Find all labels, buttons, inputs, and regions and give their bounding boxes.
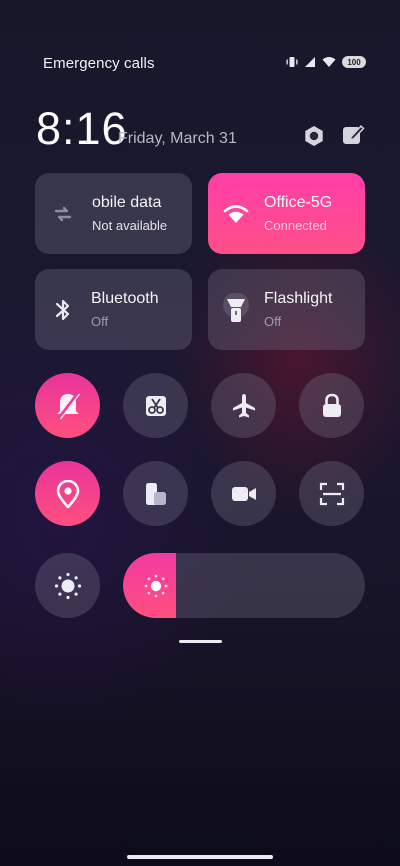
brightness-slider[interactable] [123, 553, 365, 618]
video-camera-icon [231, 486, 256, 501]
vibrate-icon [286, 57, 298, 67]
screenshot-toggle[interactable] [123, 373, 188, 438]
location-toggle[interactable] [35, 461, 100, 526]
mobile-data-label: obile data [92, 194, 162, 211]
scan-icon [319, 482, 344, 505]
flashlight-icon [223, 292, 249, 322]
signal-icon [305, 57, 315, 67]
settings-icon [305, 126, 323, 146]
flashlight-tile[interactable]: Flashlight Off [208, 269, 365, 350]
cast-toggle[interactable] [123, 461, 188, 526]
wifi-icon [322, 57, 336, 67]
screenshot-scissors-icon [145, 395, 166, 416]
edit-button[interactable] [340, 122, 366, 148]
status-icons: 100 [286, 56, 366, 68]
scanner-toggle[interactable] [299, 461, 364, 526]
panel-drag-handle[interactable] [179, 640, 222, 643]
silent-bell-icon [56, 391, 80, 419]
edit-icon [343, 124, 365, 144]
wifi-status: Connected [264, 218, 327, 233]
mobile-data-status: Not available [92, 218, 168, 233]
cast-screen-icon [145, 482, 166, 505]
bluetooth-status: Off [91, 314, 109, 329]
bluetooth-tile[interactable]: Bluetooth Off [35, 269, 192, 350]
silent-mode-toggle[interactable] [35, 373, 100, 438]
clock-time: 8:16 [36, 103, 128, 154]
settings-button[interactable] [300, 122, 328, 150]
flashlight-status: Off [264, 314, 282, 329]
auto-brightness-icon [54, 572, 81, 599]
rotation-lock-toggle[interactable] [299, 373, 364, 438]
airplane-icon [232, 393, 255, 417]
battery-icon: 100 [342, 56, 366, 68]
airplane-mode-toggle[interactable] [211, 373, 276, 438]
wifi-icon [223, 204, 249, 223]
brightness-icon [144, 574, 168, 598]
date-text: Friday, March 31 [118, 130, 237, 147]
lock-icon [322, 393, 341, 417]
carrier-status-text: Emergency calls [43, 55, 155, 72]
flashlight-label: Flashlight [264, 290, 333, 307]
bluetooth-icon [55, 299, 70, 320]
bluetooth-label: Bluetooth [91, 290, 159, 307]
screen-recorder-toggle[interactable] [211, 461, 276, 526]
mobile-data-tile[interactable]: obile data Not available [35, 173, 192, 254]
mobile-data-icon [54, 206, 72, 221]
wifi-network-name: Office-5G [264, 194, 333, 211]
wifi-tile[interactable]: Office-5G Connected [208, 173, 365, 254]
home-indicator[interactable] [127, 855, 273, 859]
location-icon [56, 479, 79, 508]
auto-brightness-toggle[interactable] [35, 553, 100, 618]
